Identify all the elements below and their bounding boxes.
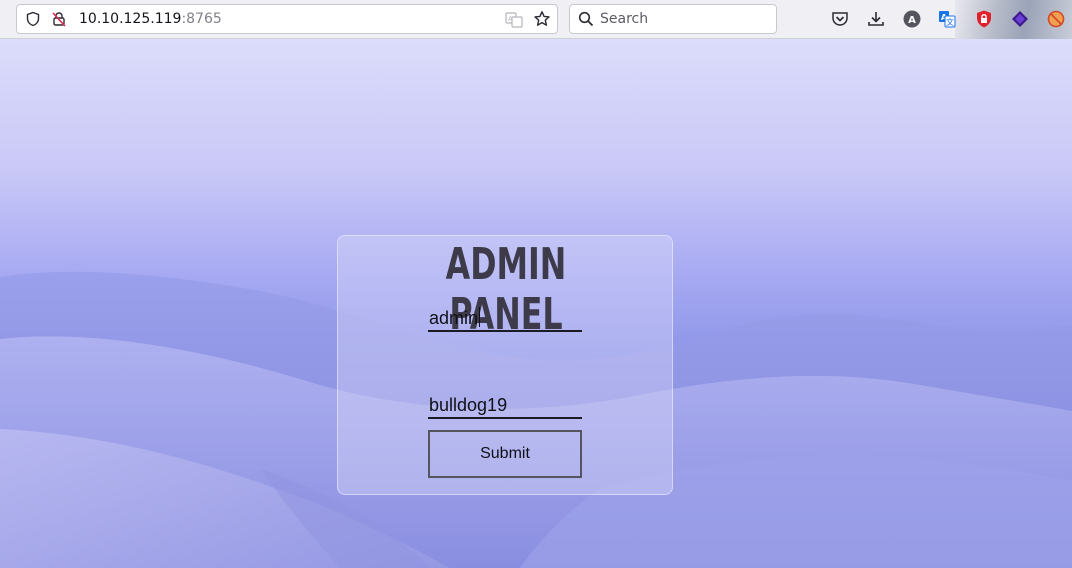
username-field[interactable]: admin	[428, 304, 582, 332]
browser-toolbar: 10.10.125.119:8765 A Search A A 文	[0, 0, 1072, 39]
translate-icon[interactable]: A	[505, 11, 523, 29]
bookmark-star-icon[interactable]	[533, 10, 551, 28]
submit-button[interactable]: Submit	[428, 430, 582, 478]
ublock-shield-icon[interactable]	[974, 9, 994, 29]
proton-extension-icon[interactable]	[1010, 9, 1030, 29]
password-value: bulldog19	[429, 395, 508, 415]
translate-extension-icon[interactable]: A 文	[937, 9, 957, 29]
search-placeholder: Search	[600, 11, 649, 27]
svg-text:文: 文	[946, 17, 954, 27]
no-script-icon[interactable]	[1046, 9, 1066, 29]
svg-text:A: A	[508, 15, 513, 23]
insecure-lock-icon[interactable]	[51, 11, 67, 27]
url-bar[interactable]: 10.10.125.119:8765 A	[16, 4, 558, 34]
shield-icon[interactable]	[25, 11, 41, 27]
username-value: admin	[429, 308, 479, 328]
pocket-icon[interactable]	[830, 9, 850, 29]
search-icon	[578, 11, 594, 27]
login-panel: Admin Panel admin bulldog19 Submit	[337, 235, 673, 495]
svg-text:A: A	[908, 15, 916, 26]
url-text[interactable]: 10.10.125.119:8765	[79, 11, 222, 27]
text-caret	[479, 307, 481, 327]
page-viewport: Admin Panel admin bulldog19 Submit	[0, 39, 1072, 568]
password-field[interactable]: bulldog19	[428, 391, 582, 419]
account-avatar-icon[interactable]: A	[902, 9, 922, 29]
download-icon[interactable]	[866, 9, 886, 29]
search-bar[interactable]: Search	[569, 4, 777, 34]
